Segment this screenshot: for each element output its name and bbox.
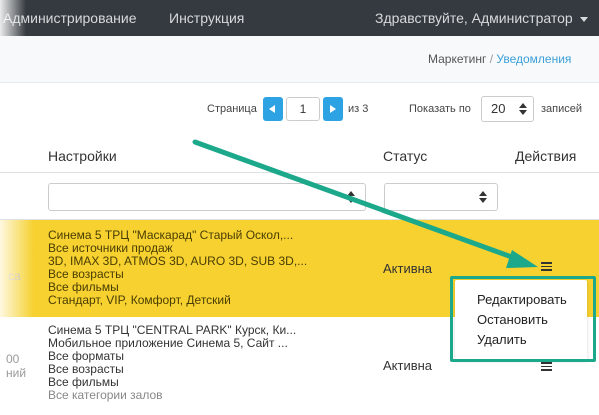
annotation-arrow xyxy=(192,139,538,268)
